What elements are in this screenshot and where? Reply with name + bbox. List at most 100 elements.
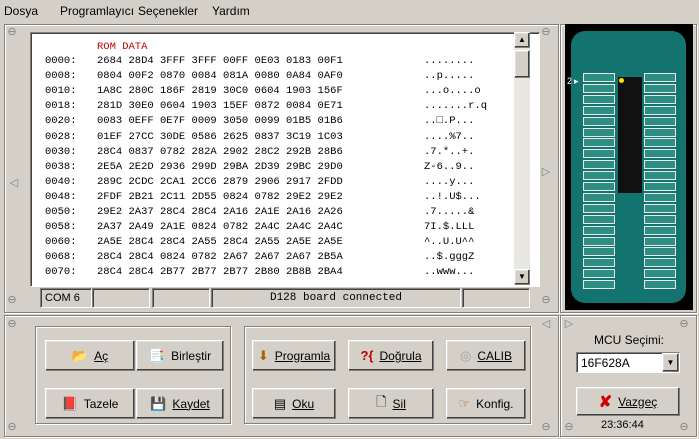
hex-row: 0070: 28C4 28C4 2B77 2B77 2B77 2B80 2B8B … [31,266,511,279]
hex-addr: 0000: [45,55,77,67]
read-button[interactable]: ▤ Oku [252,388,336,419]
config-icon: ☞ [458,395,471,411]
right-socket-pin [644,247,676,257]
menu-secenekler[interactable]: Seçenekler [138,4,198,18]
rom-data-viewer[interactable]: ROM DATA 0000: 2684 28D4 3FFF 3FFF 00FF 0… [30,32,540,287]
menu-yardim[interactable]: Yardım [212,4,250,18]
hex-words: 2684 28D4 3FFF 3FFF 00FF 0E03 0183 00F1 [97,55,343,67]
hex-words: 281D 30E0 0604 1903 15EF 0872 0084 0E71 [97,100,343,113]
collapse-left-icon[interactable]: ◁ [8,177,20,189]
collapse-left-icon[interactable]: ▷ [563,318,575,330]
hex-ascii: ........ [424,55,475,67]
hex-ascii: ..□.P... [424,115,475,128]
mcu-select-dropdown[interactable]: 16F628A ▼ [576,352,680,373]
right-socket-pin [644,83,676,93]
collapse-right-icon[interactable]: ▷ [540,166,552,178]
hex-addr: 0008: [45,70,77,83]
status-cell-empty [92,288,150,308]
hex-words: 0083 0EFF 0E7F 0009 3050 0099 01B5 01B6 [97,115,343,128]
hex-words: 2E5A 2E2D 2936 299D 29BA 2D39 29BC 29D0 [97,160,343,173]
erase-button[interactable]: 🗋 Sil [348,388,434,419]
menu-dosya[interactable]: Dosya [4,4,38,18]
hex-addr: 0020: [45,115,77,128]
hex-addr: 0050: [45,206,77,218]
right-socket-pin [644,127,676,137]
cancel-button[interactable]: ✘ Vazgeç [576,387,680,416]
right-socket-pin [644,73,676,82]
merge-pages-icon: 📑 [148,347,166,363]
hex-ascii: ...o....o [424,85,481,98]
left-socket-pin [583,83,615,93]
scroll-down-icon[interactable]: ▼ [514,269,530,285]
hex-row: 0060: 2A5E 28C4 28C4 2A55 28C4 2A55 2A5E … [31,236,511,249]
hex-addr: 0028: [45,130,77,143]
right-socket-pin [644,214,676,224]
hex-words: 2A37 2A49 2A1E 0824 0782 2A4C 2A4C 2A4C [97,221,343,234]
read-chip-icon: ▤ [273,395,287,411]
hex-addr: 0030: [45,145,77,158]
open-button[interactable]: 📂 Aç [45,340,135,371]
close-icon: ✘ [598,393,613,411]
program-button[interactable]: ⬇ Programla [252,340,336,371]
scroll-thumb[interactable] [514,50,530,78]
mcu-selection-label: MCU Seçimi: [594,333,665,347]
calib-button[interactable]: ◎ CALIB [446,340,526,371]
verify-button[interactable]: ?{Doğrula [348,340,434,371]
right-socket-pin [644,149,676,159]
left-socket-pin [583,116,615,126]
hex-words: 28C4 0837 0782 282A 2902 28C2 292B 28B6 [97,145,343,158]
hex-words: 289C 2CDC 2CA1 2CC6 2879 2906 2917 2FDD [97,175,343,188]
left-socket-pin [583,149,615,159]
save-button[interactable]: 💾 Kaydet [136,388,224,419]
left-socket-pin [583,127,615,137]
pin-marker-arrow-icon: ▸ [574,76,579,86]
hex-addr: 0070: [45,266,77,279]
menu-bar: Dosya Programlayıcı Seçenekler Yardım [0,0,699,24]
menu-programlayici[interactable]: Programlayıcı [60,4,134,18]
left-socket-pin [583,192,615,202]
erase-page-icon: 🗋 [376,393,387,409]
left-socket-pin [583,280,615,290]
hex-words: 0804 00F2 0870 0084 081A 0080 0A84 0AF0 [97,70,343,83]
hex-ascii: ....y... [424,175,475,188]
right-socket-pin [644,105,676,115]
hex-addr: 0018: [45,100,77,113]
left-socket-pin [583,269,615,279]
left-socket-pin [583,73,615,82]
hex-row: 0020: 0083 0EFF 0E7F 0009 3050 0099 01B5 … [31,115,511,128]
hex-ascii: .7.....& [424,206,475,218]
right-socket-pin [644,280,676,290]
right-socket-pin [644,225,676,235]
corner-circle-icon: ⊖ [7,318,17,330]
hex-scrollbar[interactable]: ▲ ▼ [514,32,530,285]
progress-bar [462,288,530,308]
merge-button[interactable]: 📑 Birleştir [136,340,224,371]
hex-row: 0048: 2FDF 2B21 2C11 2D55 0824 0782 29E2 … [31,191,511,204]
hex-words: 2FDF 2B21 2C11 2D55 0824 0782 29E2 29E2 [97,190,343,203]
hex-words: 28C4 28C4 0824 0782 2A67 2A67 2A67 2B5A [97,251,343,264]
hex-ascii: Z-6..9.. [424,160,475,173]
hex-ascii: ..!.U$... [424,190,481,203]
hex-row: 0008: 0804 00F2 0870 0084 081A 0080 0A84 … [31,70,511,83]
hex-row: 0050: 29E2 2A37 28C4 28C4 2A16 2A1E 2A16 … [31,206,511,219]
program-chip-icon: ⬇ [257,347,269,363]
right-socket-pin [644,160,676,170]
hex-row: 0058: 2A37 2A49 2A1E 0824 0782 2A4C 2A4C … [31,221,511,234]
right-socket-pin [644,94,676,104]
scroll-up-icon[interactable]: ▲ [514,32,530,48]
collapse-right-icon[interactable]: ◁ [540,318,552,330]
corner-circle-icon: ⊖ [679,421,689,433]
board-status-message: D128 board connected [211,288,461,308]
config-button[interactable]: ☞ Konfig. [446,388,526,419]
hex-words: 28C4 28C4 2B77 2B77 2B77 2B80 2B8B 2BA4 [97,266,343,279]
refresh-button[interactable]: 📕 Tazele [45,388,135,419]
hex-addr: 0038: [45,160,77,173]
hex-row: 0018: 281D 30E0 0604 1903 15EF 0872 0084 … [31,100,511,113]
hex-row: 0038: 2E5A 2E2D 2936 299D 29BA 2D39 29BC … [31,161,511,174]
hex-words: 2A5E 28C4 28C4 2A55 28C4 2A55 2A5E 2A5E [97,236,343,249]
mcu-selected-value: 16F628A [581,356,630,370]
pin-marker-number: 2 [567,76,573,86]
hex-addr: 0058: [45,221,77,234]
chevron-down-icon[interactable]: ▼ [662,353,679,372]
left-socket-pin [583,247,615,257]
